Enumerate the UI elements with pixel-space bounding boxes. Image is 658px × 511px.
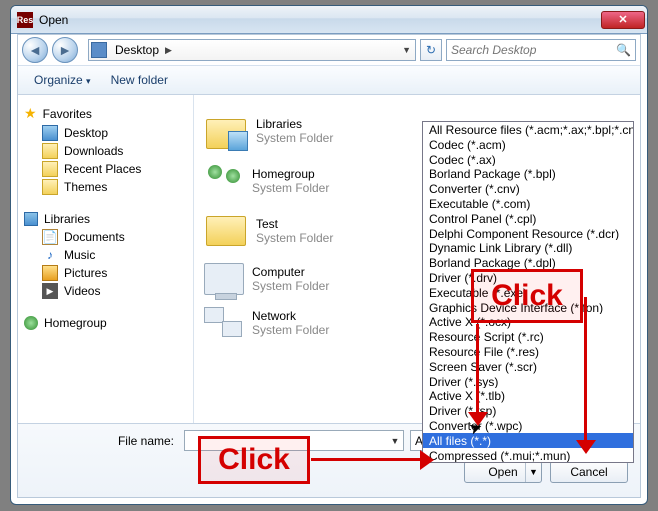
homegroup-icon (204, 163, 244, 199)
filetype-option[interactable]: Driver (*.sys) (423, 374, 633, 389)
computer-icon (204, 263, 244, 295)
filetype-option[interactable]: Delphi Component Resource (*.dcr) (423, 226, 633, 241)
filetype-option[interactable]: Executable (*.com) (423, 196, 633, 211)
app-icon: Res (17, 12, 33, 28)
music-icon: ♪ (42, 247, 58, 263)
navigation-pane: ★Favorites Desktop Downloads Recent Plac… (18, 95, 194, 423)
filetype-dropdown-list[interactable]: All Resource files (*.acm;*.ax;*.bpl;*.c… (422, 121, 634, 463)
filetype-option[interactable]: Codec (*.ax) (423, 152, 633, 167)
folder-icon (42, 179, 58, 195)
filetype-option[interactable]: Driver (*.tsp) (423, 403, 633, 418)
address-bar[interactable]: Desktop ▶ ▼ (88, 39, 416, 61)
sidebar-item-documents[interactable]: 📄Documents (22, 228, 189, 246)
titlebar[interactable]: Res Open ✕ (11, 6, 647, 34)
search-box[interactable]: 🔍 (446, 39, 636, 61)
sidebar-item-homegroup[interactable]: Homegroup (22, 314, 189, 332)
new-folder-button[interactable]: New folder (105, 71, 174, 89)
organize-button[interactable]: Organize ▾ (28, 71, 97, 89)
sidebar-item-themes[interactable]: Themes (22, 178, 189, 196)
pictures-icon (42, 265, 58, 281)
cancel-button[interactable]: Cancel (550, 461, 628, 483)
filetype-option[interactable]: Compressed (*.mui;*.mun) (423, 448, 633, 463)
search-icon: 🔍 (616, 43, 631, 57)
libraries-header[interactable]: Libraries (22, 210, 189, 228)
refresh-button[interactable]: ↻ (420, 39, 442, 61)
filetype-option[interactable]: Resource File (*.res) (423, 344, 633, 359)
libraries-icon (204, 111, 248, 151)
filetype-option[interactable]: Graphics Device Interface (*.fon) (423, 300, 633, 315)
sidebar-item-pictures[interactable]: Pictures (22, 264, 189, 282)
address-chevron-icon[interactable]: ▶ (163, 45, 174, 56)
filetype-option[interactable]: Borland Package (*.bpl) (423, 166, 633, 181)
filetype-option[interactable]: Active X (*.ocx) (423, 314, 633, 329)
filetype-option[interactable]: Active X (*.tlb) (423, 388, 633, 403)
favorites-header[interactable]: ★Favorites (22, 103, 189, 124)
filetype-option[interactable]: Dynamic Link Library (*.dll) (423, 240, 633, 255)
sidebar-item-videos[interactable]: ▶Videos (22, 282, 189, 300)
filetype-option[interactable]: Executable (*.exe) (423, 285, 633, 300)
filetype-option[interactable]: Control Panel (*.cpl) (423, 211, 633, 226)
videos-icon: ▶ (42, 283, 58, 299)
filetype-option[interactable]: Borland Package (*.dpl) (423, 255, 633, 270)
sidebar-item-desktop[interactable]: Desktop (22, 124, 189, 142)
filename-combo[interactable]: ▼ (184, 430, 404, 451)
filetype-option[interactable]: Screen Saver (*.scr) (423, 359, 633, 374)
open-dialog-window: Res Open ✕ ◄ ► Desktop ▶ ▼ ↻ 🔍 Organize … (10, 5, 648, 505)
filetype-option[interactable]: Converter (*.cnv) (423, 181, 633, 196)
sidebar-item-downloads[interactable]: Downloads (22, 142, 189, 160)
dialog-client: ◄ ► Desktop ▶ ▼ ↻ 🔍 Organize ▾ New folde… (17, 34, 641, 498)
navigation-row: ◄ ► Desktop ▶ ▼ ↻ 🔍 (18, 35, 640, 65)
chevron-down-icon[interactable]: ▼ (387, 431, 403, 450)
folder-icon (42, 161, 58, 177)
filetype-option[interactable]: Driver (*.drv) (423, 270, 633, 285)
filetype-option[interactable]: All Resource files (*.acm;*.ax;*.bpl;*.c… (423, 122, 633, 137)
filetype-option[interactable]: All files (*.*) (423, 433, 633, 448)
filetype-option[interactable]: Converter (*.wpc) (423, 418, 633, 433)
toolbar: Organize ▾ New folder (18, 65, 640, 95)
filetype-option[interactable]: Resource Script (*.rc) (423, 329, 633, 344)
folder-icon (204, 211, 248, 251)
star-icon: ★ (24, 105, 37, 122)
documents-icon: 📄 (42, 229, 58, 245)
forward-button[interactable]: ► (52, 37, 78, 63)
location-icon (91, 42, 107, 58)
close-button[interactable]: ✕ (601, 11, 645, 29)
filetype-option[interactable]: Codec (*.acm) (423, 137, 633, 152)
folder-icon (42, 143, 58, 159)
libraries-icon (24, 212, 38, 226)
back-button[interactable]: ◄ (22, 37, 48, 63)
address-history-icon[interactable]: ▼ (400, 45, 413, 55)
open-split-chevron-icon[interactable]: ▼ (525, 462, 541, 482)
sidebar-item-recent[interactable]: Recent Places (22, 160, 189, 178)
open-button[interactable]: Open▼ (464, 461, 542, 483)
desktop-icon (42, 125, 58, 141)
window-title: Open (39, 13, 601, 27)
search-input[interactable] (451, 43, 616, 57)
sidebar-item-music[interactable]: ♪Music (22, 246, 189, 264)
filename-label: File name: (28, 434, 178, 448)
network-icon (204, 307, 244, 339)
address-segment[interactable]: Desktop (111, 43, 163, 57)
homegroup-icon (24, 316, 38, 330)
